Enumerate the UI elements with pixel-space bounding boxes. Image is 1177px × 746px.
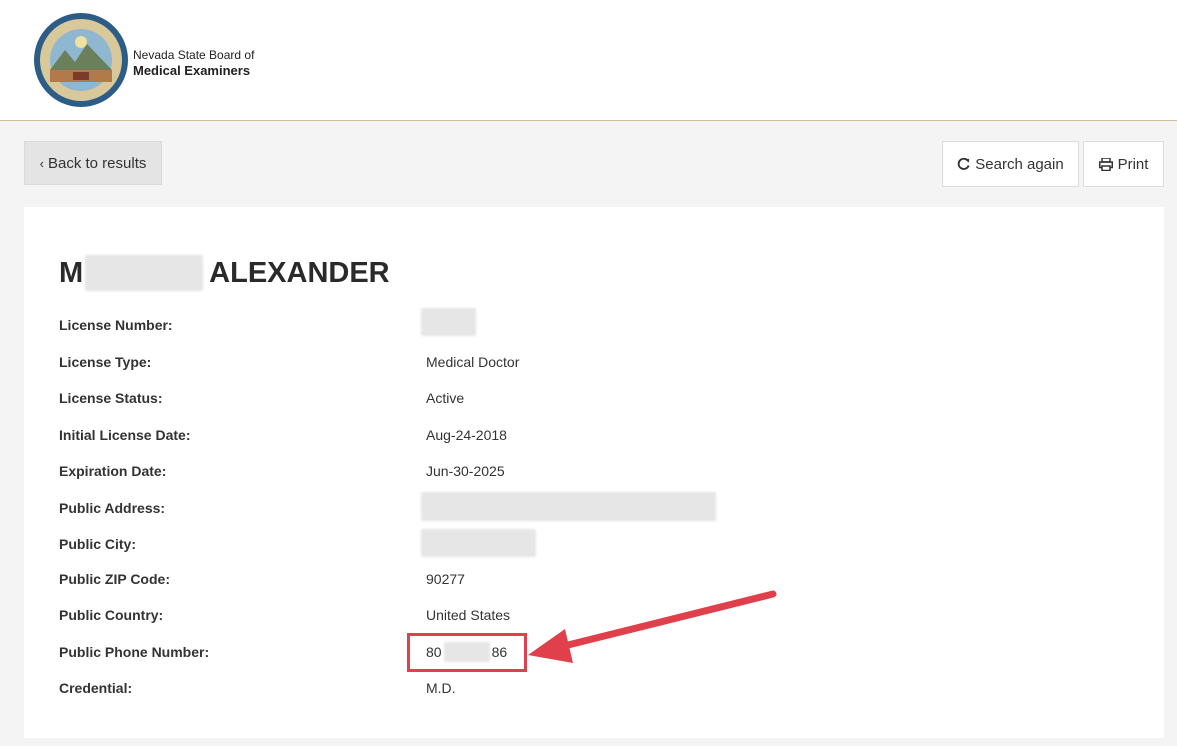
field-label: Initial License Date: [59,427,191,443]
redacted-public-city [421,529,536,557]
field-row-credential: Credential: M.D. [59,677,759,699]
field-row-expiration-date: Expiration Date: Jun-30-2025 [59,460,759,482]
phone-highlight-box [407,633,527,672]
field-label: Public Phone Number: [59,644,210,660]
field-label: Public ZIP Code: [59,571,170,587]
field-row-license-number: License Number: [59,308,759,336]
refresh-icon [958,157,970,170]
field-row-license-type: License Type: Medical Doctor [59,351,759,373]
search-again-label: Search again [975,155,1064,173]
back-to-results-label: Back to results [47,154,147,172]
annotation-arrow-icon [528,590,777,663]
field-label: Expiration Date: [59,463,167,479]
field-value: 90277 [426,571,465,587]
back-to-results-button[interactable]: ‹ Back to results [24,141,162,185]
field-value: Aug-24-2018 [426,427,507,443]
field-label: Credential: [59,680,133,696]
licensee-name: M ALEXANDER [59,255,390,291]
field-value: United States [426,607,511,623]
org-name-line2: Medical Examiners [133,63,251,78]
org-name-line1: Nevada State Board of [133,48,255,62]
print-label: Print [1117,155,1149,173]
field-value: Medical Doctor [426,354,520,370]
field-row-public-address: Public Address: [59,492,759,521]
field-row-public-city: Public City: [59,529,759,557]
field-label: Public Country: [59,607,164,623]
field-row-license-status: License Status: Active [59,387,759,409]
licensee-last-name: ALEXANDER [209,256,390,289]
redacted-public-address [421,492,716,521]
field-label: Public Address: [59,500,166,516]
redacted-first-name [85,255,204,291]
field-label: License Status: [59,390,163,406]
field-value: M.D. [426,680,456,696]
nevada-state-seal-icon [34,13,128,107]
redacted-license-number [421,308,476,336]
field-row-initial-license-date: Initial License Date: Aug-24-2018 [59,424,759,446]
field-label: License Number: [59,317,173,333]
field-value: Active [426,390,465,406]
licensee-first-initial: M [59,256,84,289]
print-button[interactable]: Print [1083,141,1164,187]
field-label: Public City: [59,536,137,552]
site-header: Nevada State Board of Medical Examiners [0,0,1177,121]
printer-icon [1098,157,1113,171]
field-value: Jun-30-2025 [426,463,505,479]
chevron-left-icon: ‹ [39,155,44,171]
org-name: Nevada State Board of Medical Examiners [133,48,254,78]
search-again-button[interactable]: Search again [942,141,1079,187]
field-label: License Type: [59,354,152,370]
